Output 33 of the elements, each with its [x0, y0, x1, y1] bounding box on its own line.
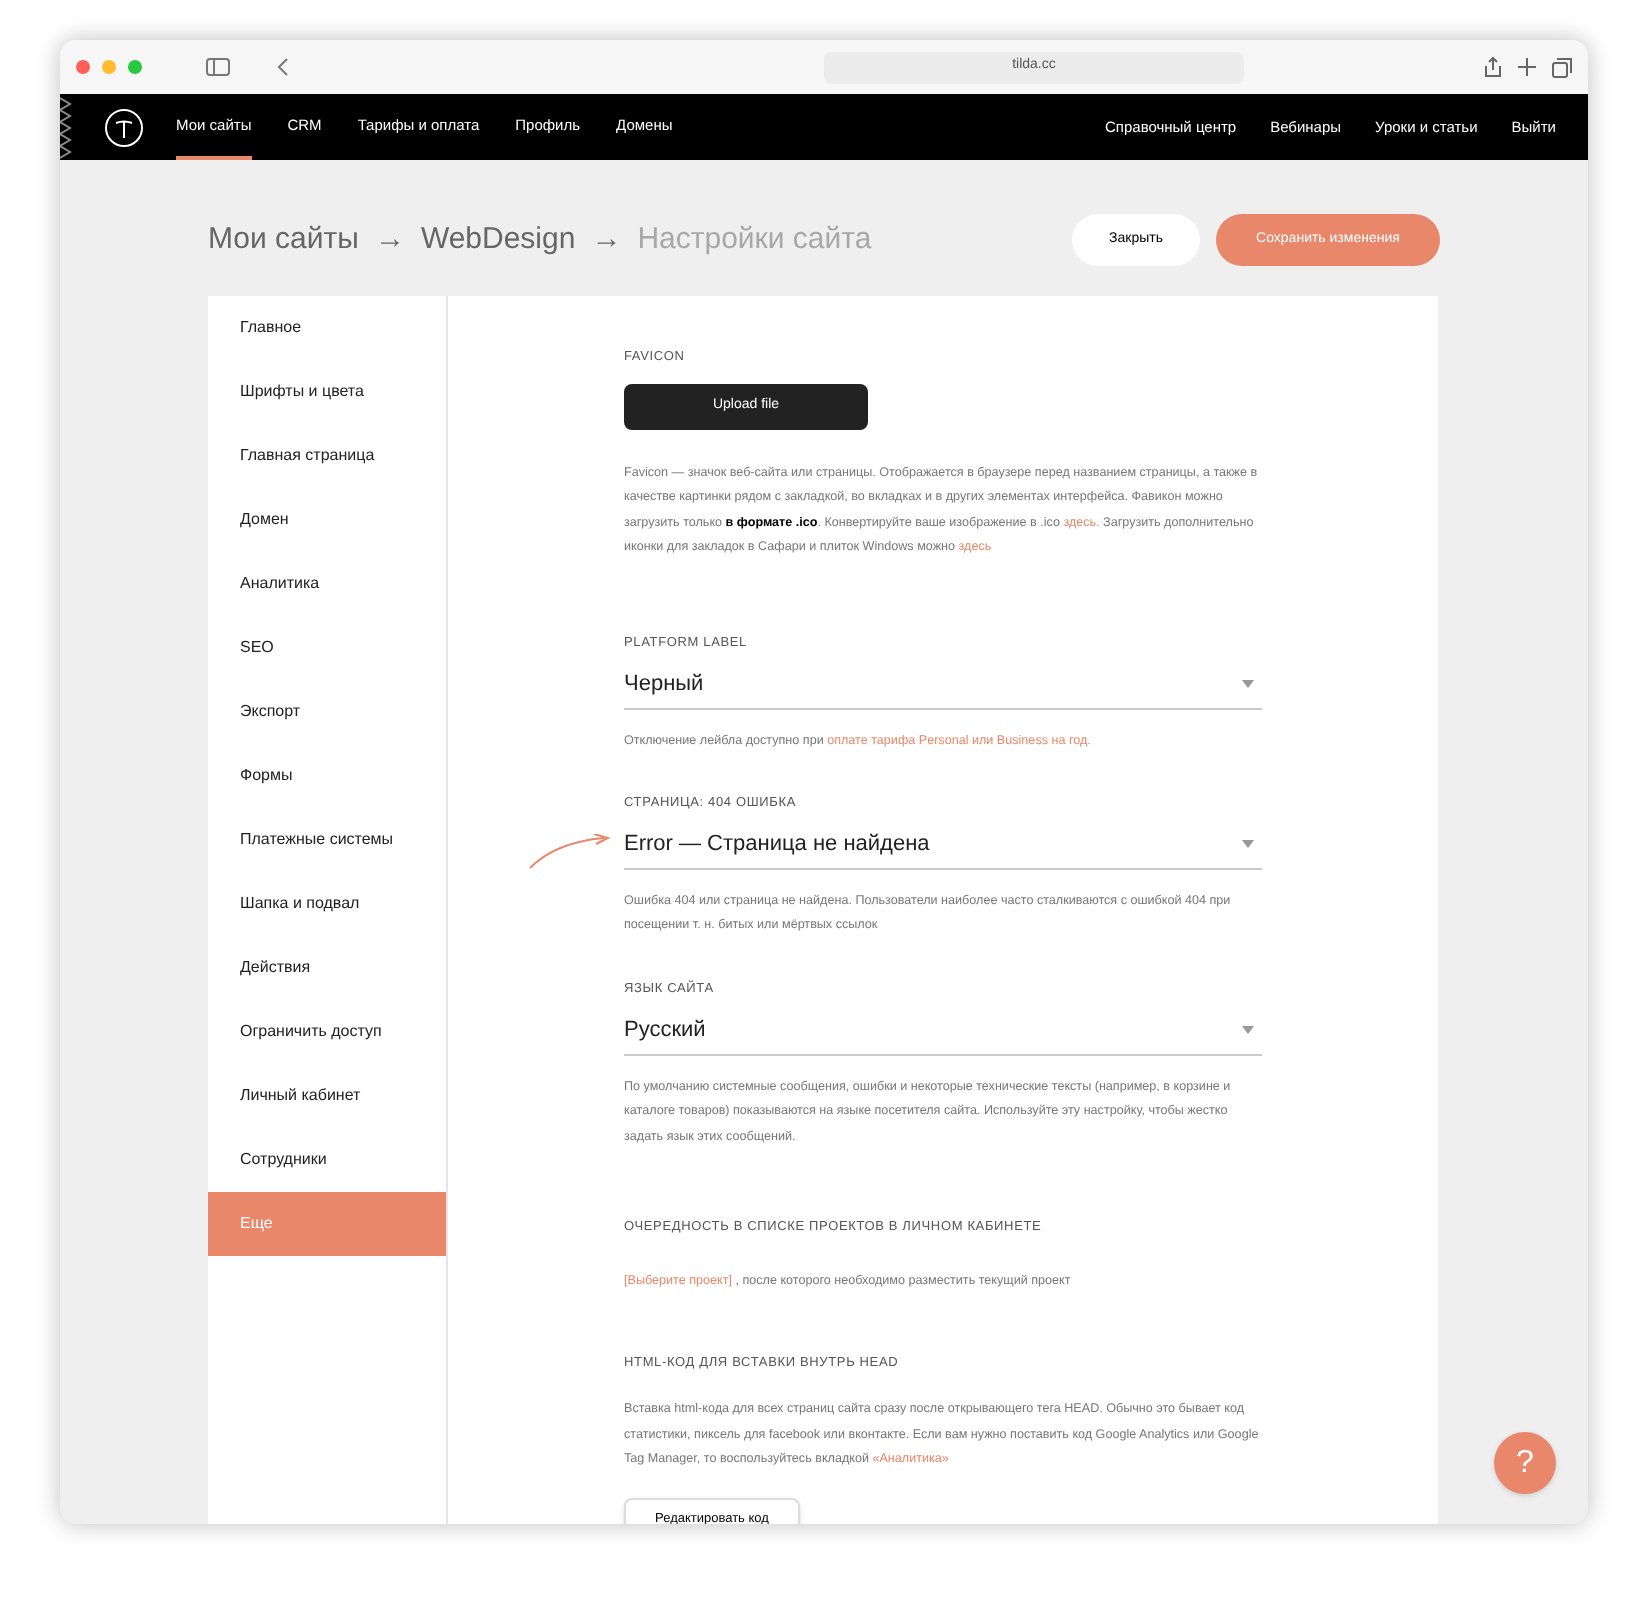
plus-icon[interactable] — [1518, 58, 1536, 76]
sidebar-item[interactable]: Шапка и подвал — [208, 872, 446, 936]
breadcrumb[interactable]: → — [591, 217, 622, 263]
sidebar-item[interactable]: Ограничить доступ — [208, 1000, 446, 1064]
breadcrumb[interactable]: WebDesign — [420, 217, 576, 263]
caret-icon — [1242, 840, 1254, 849]
sidebar-item[interactable]: Шрифты и цвета — [208, 360, 446, 424]
sidebar-item[interactable]: Действия — [208, 936, 446, 1000]
share-icon[interactable] — [1484, 56, 1502, 78]
select-field[interactable]: Error — Страница не найдена — [624, 821, 1262, 870]
tabs-icon[interactable] — [1552, 57, 1572, 77]
sidebar-item[interactable]: Аналитика — [208, 552, 446, 616]
sidebar-item[interactable]: Главное — [208, 296, 446, 360]
sidebar-item[interactable]: Формы — [208, 744, 446, 808]
caret-icon — [1242, 680, 1254, 688]
close-window-icon[interactable] — [76, 60, 90, 74]
sidebar-item[interactable]: Домен — [208, 488, 446, 552]
arrow-icon — [528, 834, 612, 870]
sidebar-item[interactable]: Личный кабинет — [208, 1064, 446, 1128]
select-field[interactable]: Русский — [624, 1007, 1262, 1055]
sidebar-item[interactable]: Сотрудники — [208, 1128, 446, 1192]
sidebar-toggle-icon[interactable] — [206, 58, 230, 76]
back-icon[interactable] — [278, 58, 288, 76]
breadcrumb[interactable]: Мои сайты — [208, 217, 359, 263]
breadcrumb[interactable]: → — [374, 217, 405, 263]
breadcrumb: Настройки сайта — [637, 219, 872, 260]
logo-icon[interactable] — [104, 107, 144, 147]
select-field[interactable]: Черный — [624, 661, 1262, 709]
sidebar-item[interactable]: Платежные системы — [208, 808, 446, 872]
sidebar-item[interactable]: Главная страница — [208, 424, 446, 488]
sidebar-item[interactable]: Экспорт — [208, 680, 446, 744]
caret-icon — [1242, 1026, 1254, 1034]
sidebar-item[interactable]: SEO — [208, 616, 446, 680]
